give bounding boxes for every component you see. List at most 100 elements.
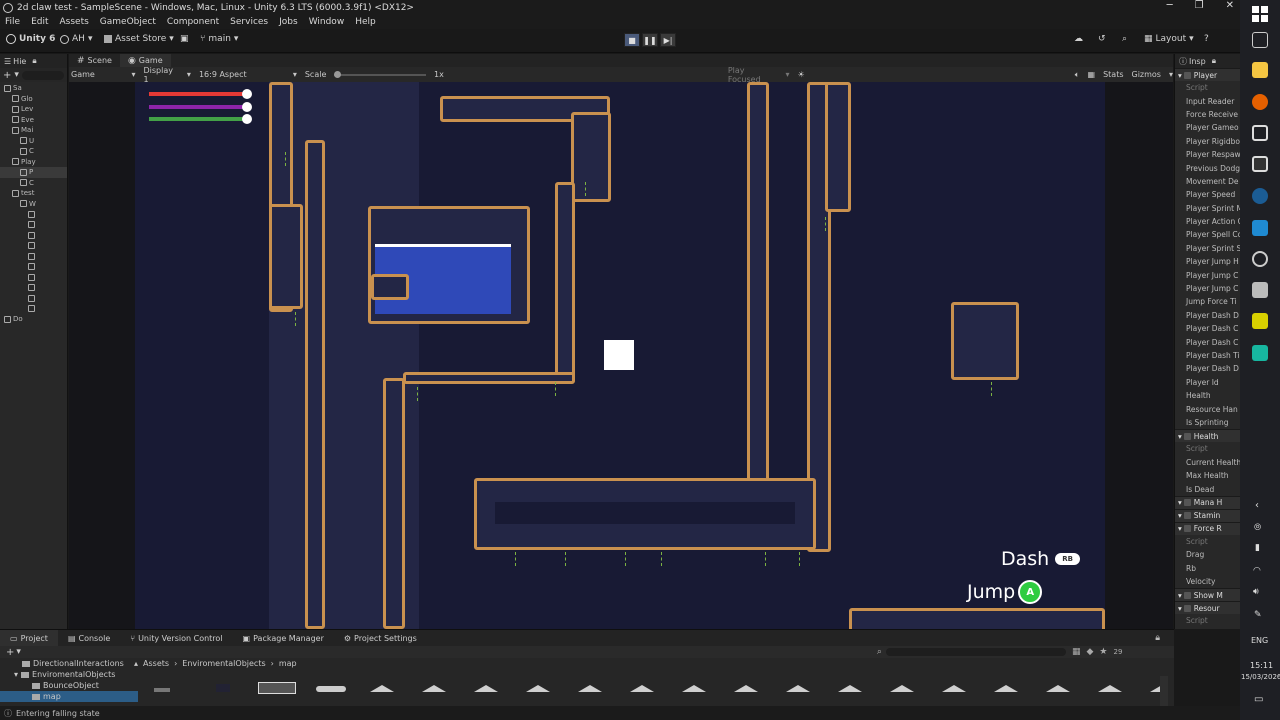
asset-thumbnail[interactable] bbox=[630, 685, 654, 692]
close-icon[interactable]: ✕ bbox=[1226, 0, 1234, 11]
asset-thumbnail[interactable] bbox=[474, 685, 498, 692]
search-icon[interactable]: ⌕ bbox=[1122, 34, 1127, 44]
lock-icon[interactable]: 🔒︎ bbox=[1155, 633, 1160, 643]
hierarchy-item[interactable] bbox=[0, 272, 67, 283]
asset-search-input[interactable] bbox=[885, 648, 1066, 656]
asset-thumbnail[interactable] bbox=[942, 685, 966, 692]
file-explorer-icon[interactable] bbox=[1252, 62, 1268, 78]
add-icon[interactable]: + bbox=[3, 70, 11, 81]
foldout-icon[interactable]: ▾ bbox=[1178, 591, 1182, 600]
foldout-icon[interactable]: ▾ bbox=[1178, 498, 1182, 507]
breadcrumb-map[interactable]: map bbox=[279, 659, 297, 668]
component-checkbox[interactable] bbox=[1183, 512, 1191, 520]
component-checkbox[interactable] bbox=[1183, 604, 1191, 612]
component-checkbox[interactable] bbox=[1183, 432, 1191, 440]
asset-thumbnail[interactable] bbox=[838, 685, 862, 692]
clock-time[interactable]: 15:11 bbox=[1250, 661, 1273, 670]
component-mana[interactable]: ▾ Mana H bbox=[1175, 495, 1240, 509]
unity-hub-icon[interactable] bbox=[1252, 125, 1268, 141]
notes-icon[interactable] bbox=[1252, 313, 1268, 329]
chevron-left-icon[interactable]: ‹ bbox=[1255, 500, 1259, 511]
language-indicator[interactable]: ENG bbox=[1251, 636, 1268, 645]
pause-button[interactable]: ❚❚ bbox=[642, 33, 658, 47]
component-health[interactable]: ▾ Health bbox=[1175, 429, 1240, 443]
foldout-icon[interactable]: ▾ bbox=[1178, 524, 1182, 533]
microphone-icon[interactable]: ▮ bbox=[1255, 543, 1260, 553]
asset-thumbnail[interactable] bbox=[734, 685, 758, 692]
asset-store-button[interactable]: Asset Store bbox=[115, 34, 166, 44]
package-icon[interactable]: ▣ bbox=[180, 34, 189, 44]
hierarchy-item[interactable] bbox=[0, 251, 67, 262]
menu-file[interactable]: File bbox=[5, 17, 20, 27]
asset-thumbnail[interactable] bbox=[994, 685, 1018, 692]
search-input[interactable] bbox=[21, 70, 64, 80]
hierarchy-item[interactable] bbox=[0, 220, 67, 231]
asset-thumbnail[interactable] bbox=[370, 685, 394, 692]
menu-component[interactable]: Component bbox=[167, 17, 219, 27]
hierarchy-item[interactable]: C bbox=[0, 146, 67, 157]
asset-thumbnail[interactable] bbox=[258, 682, 296, 694]
component-checkbox[interactable] bbox=[1183, 499, 1191, 507]
status-message[interactable]: Entering falling state bbox=[16, 709, 100, 718]
sun-icon[interactable]: ☀ bbox=[798, 70, 805, 79]
component-stamina[interactable]: ▾ Stamin bbox=[1175, 508, 1240, 522]
chevron-down-icon[interactable]: ▾ bbox=[14, 670, 18, 679]
minimize-icon[interactable]: ─ bbox=[1167, 0, 1173, 11]
menu-edit[interactable]: Edit bbox=[31, 17, 48, 27]
hierarchy-item[interactable]: Mai bbox=[0, 125, 67, 136]
layout-dropdown[interactable]: Layout bbox=[1156, 34, 1187, 44]
component-checkbox[interactable] bbox=[1183, 591, 1191, 599]
lock-icon[interactable]: 🔒︎ bbox=[1212, 56, 1216, 66]
step-button[interactable]: ▶| bbox=[660, 33, 676, 47]
hierarchy-tab[interactable]: ☰ Hie 🔒︎ bbox=[0, 54, 67, 68]
wifi-icon[interactable]: ◠ bbox=[1253, 566, 1261, 576]
game-view[interactable]: Dash RB Jump A bbox=[69, 82, 1173, 629]
hierarchy-item[interactable]: Eve bbox=[0, 115, 67, 126]
asset-thumbnail[interactable] bbox=[786, 685, 810, 692]
restore-icon[interactable]: ❐ bbox=[1195, 0, 1204, 11]
foldout-icon[interactable]: ▾ bbox=[1178, 71, 1182, 80]
component-checkbox[interactable] bbox=[1183, 71, 1191, 79]
asset-thumbnail[interactable] bbox=[316, 686, 346, 692]
foldout-icon[interactable]: ▾ bbox=[1178, 432, 1182, 441]
hierarchy-item[interactable] bbox=[0, 209, 67, 220]
hierarchy-item[interactable] bbox=[0, 283, 67, 294]
hierarchy-item[interactable]: Lev bbox=[0, 104, 67, 115]
branch-button[interactable]: main bbox=[208, 34, 231, 44]
tree-item-bounce-object[interactable]: BounceObject bbox=[0, 680, 138, 691]
account-button[interactable]: AH bbox=[72, 34, 85, 44]
hierarchy-item[interactable] bbox=[0, 241, 67, 252]
hierarchy-item[interactable]: Play bbox=[0, 157, 67, 168]
stats-button[interactable]: Stats bbox=[1103, 70, 1123, 79]
stats-grid-icon[interactable]: ▦ bbox=[1088, 70, 1096, 79]
clock-date[interactable]: 15/03/2026 bbox=[1241, 673, 1280, 681]
component-checkbox[interactable] bbox=[1183, 525, 1191, 533]
asset-thumbnail[interactable] bbox=[578, 685, 602, 692]
tab-project[interactable]: ▭ Project bbox=[0, 629, 58, 647]
unity-editor-icon[interactable] bbox=[1252, 156, 1268, 172]
menu-gameobject[interactable]: GameObject bbox=[100, 17, 156, 27]
hierarchy-item[interactable]: C bbox=[0, 178, 67, 189]
chat-icon[interactable] bbox=[1252, 345, 1268, 361]
game-mode-dropdown[interactable]: Game bbox=[71, 70, 123, 79]
menu-help[interactable]: Help bbox=[355, 17, 376, 27]
menu-jobs[interactable]: Jobs bbox=[279, 17, 298, 27]
breadcrumb-enviromental-objects[interactable]: EnviromentalObjects bbox=[182, 659, 265, 668]
asset-thumbnail[interactable] bbox=[216, 684, 230, 692]
steam-icon[interactable] bbox=[1252, 188, 1268, 204]
play-button[interactable]: ■ bbox=[624, 33, 640, 47]
tab-package-manager[interactable]: ▣ Package Manager bbox=[233, 630, 334, 647]
display-dropdown[interactable]: Display 1 bbox=[144, 66, 179, 84]
component-force-receiver[interactable]: ▾ Force R bbox=[1175, 521, 1240, 535]
hierarchy-item[interactable] bbox=[0, 304, 67, 315]
scale-slider-handle[interactable] bbox=[334, 70, 342, 78]
tab-version-control[interactable]: ⑂ Unity Version Control bbox=[120, 630, 232, 647]
hierarchy-item[interactable]: W bbox=[0, 199, 67, 210]
hierarchy-item[interactable]: Sa bbox=[0, 83, 67, 94]
hierarchy-item[interactable]: Do bbox=[0, 314, 67, 325]
asset-thumbnail[interactable] bbox=[1098, 685, 1122, 692]
cloud-icon[interactable]: ☁ bbox=[1074, 34, 1083, 44]
component-show[interactable]: ▾ Show M bbox=[1175, 588, 1240, 602]
game-scene[interactable]: Dash RB Jump A bbox=[135, 82, 1105, 629]
aspect-dropdown[interactable]: 16:9 Aspect bbox=[199, 70, 285, 79]
